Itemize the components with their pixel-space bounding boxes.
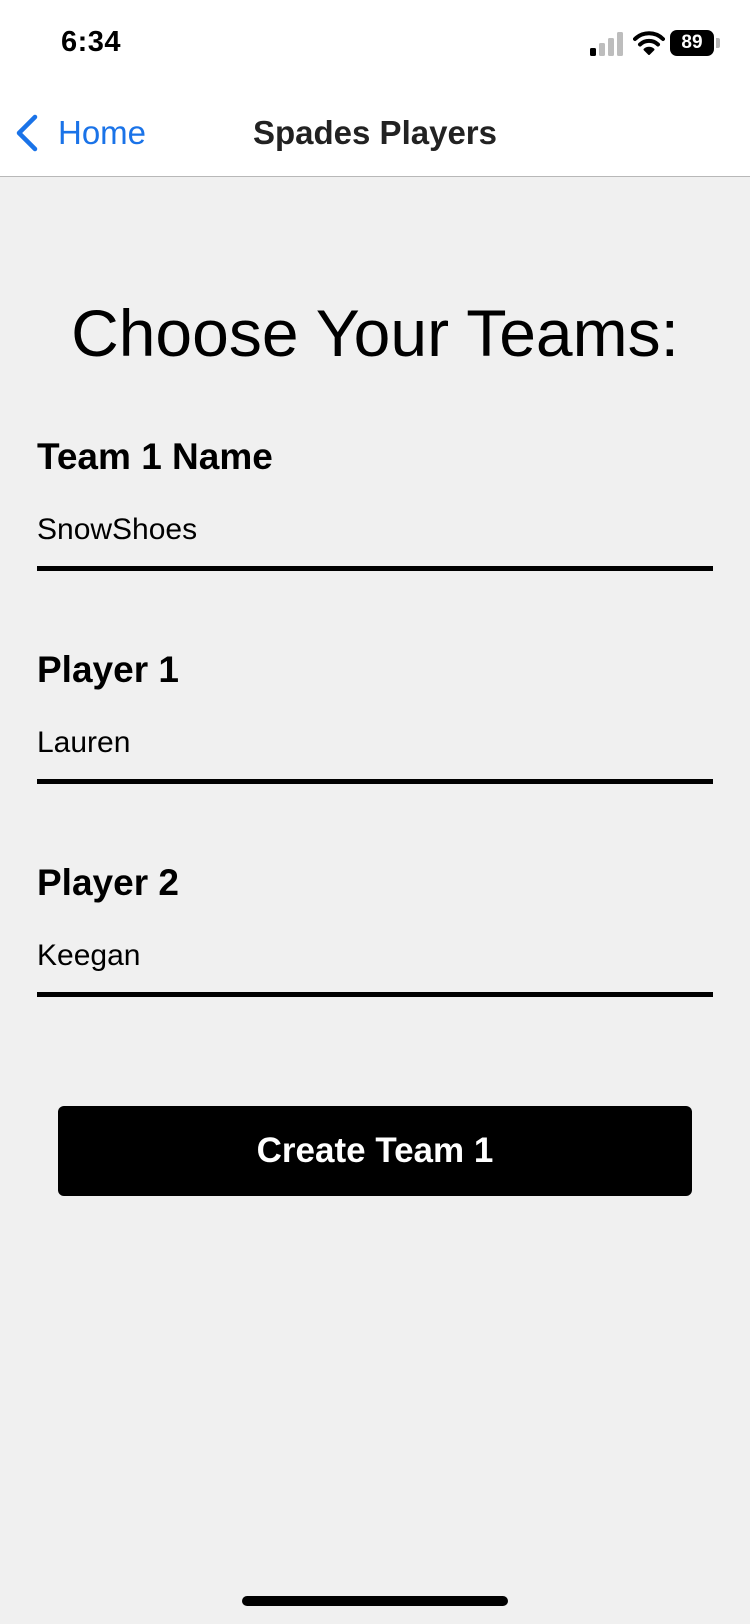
- team-name-label: Team 1 Name: [37, 436, 273, 477]
- status-bar: 6:34 89: [0, 0, 750, 90]
- player-1-input[interactable]: [37, 713, 713, 784]
- battery-tip: [716, 38, 720, 48]
- page-heading: Choose Your Teams:: [71, 296, 679, 370]
- navigation-bar: Spades Players Home: [0, 90, 750, 177]
- battery-level: 89: [681, 32, 703, 53]
- status-time: 6:34: [61, 26, 122, 58]
- battery-icon: 89: [670, 30, 722, 58]
- home-indicator[interactable]: [242, 1596, 508, 1606]
- player-2-label: Player 2: [37, 862, 179, 903]
- player-1-label: Player 1: [37, 649, 179, 690]
- signal-icon: [590, 32, 623, 56]
- player-2-input[interactable]: [37, 926, 713, 997]
- wifi-icon: [633, 31, 665, 55]
- team-name-input[interactable]: [37, 500, 713, 571]
- chevron-left-icon: [16, 114, 38, 152]
- back-label: Home: [58, 114, 147, 151]
- create-team-button[interactable]: Create Team 1: [58, 1106, 692, 1196]
- back-button[interactable]: Home: [14, 108, 146, 158]
